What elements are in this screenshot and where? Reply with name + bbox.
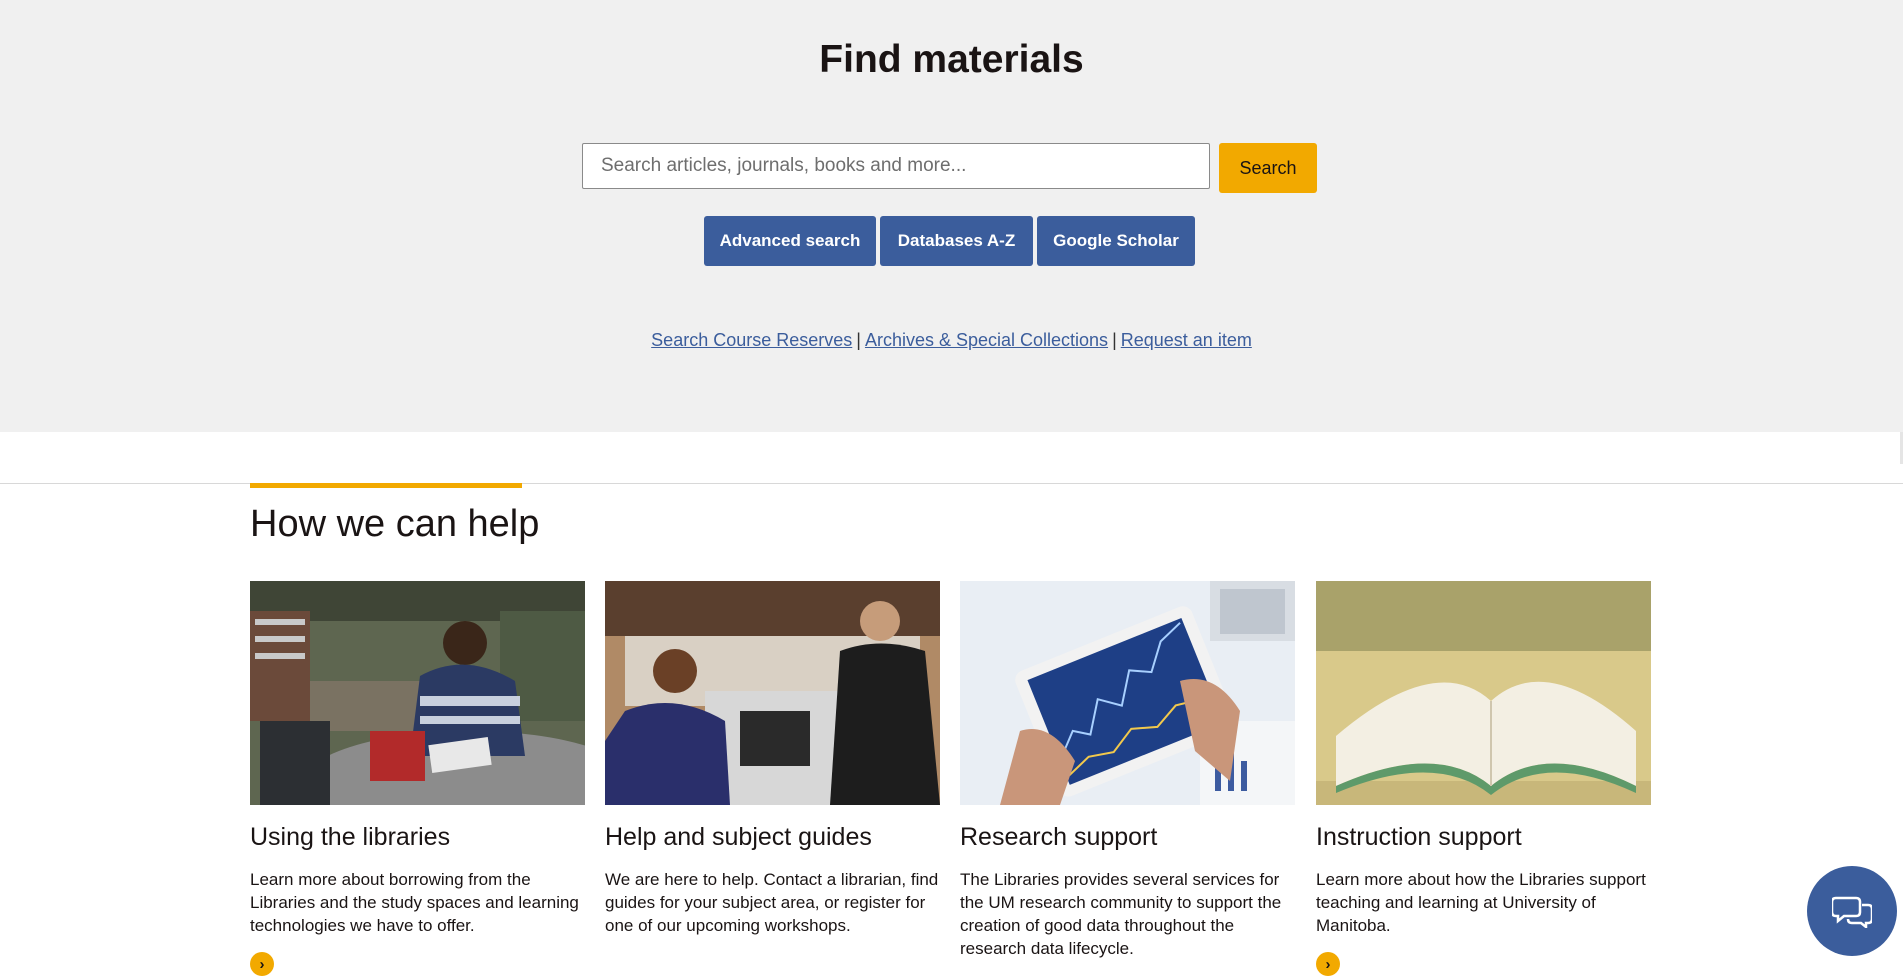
google-scholar-button[interactable]: Google Scholar	[1037, 216, 1195, 266]
chevron-right-icon: ›	[259, 955, 265, 973]
card-title[interactable]: Using the libraries	[250, 823, 585, 852]
databases-az-button[interactable]: Databases A-Z	[880, 216, 1033, 266]
card-title[interactable]: Research support	[960, 823, 1295, 852]
find-materials-title: Find materials	[819, 38, 1084, 81]
search-input[interactable]	[582, 143, 1210, 189]
card-arrow-button[interactable]: ›	[1316, 952, 1340, 976]
chat-bubbles-icon	[1832, 896, 1872, 928]
card-description: We are here to help. Contact a librarian…	[605, 870, 939, 935]
request-item-link[interactable]: Request an item	[1121, 330, 1252, 350]
card-description: Learn more about borrowing from the Libr…	[250, 870, 579, 935]
card-research-support: Research support The Libraries provides …	[960, 581, 1295, 960]
card-using-libraries: Using the libraries Learn more about bor…	[250, 581, 585, 976]
card-image-open-book[interactable]	[1316, 581, 1651, 805]
link-separator: |	[856, 330, 861, 350]
search-button[interactable]: Search	[1219, 143, 1317, 193]
card-instruction-support: Instruction support Learn more about how…	[1316, 581, 1651, 976]
archives-special-collections-link[interactable]: Archives & Special Collections	[865, 330, 1108, 350]
find-materials-section: Find materials Search Advanced search Da…	[0, 0, 1903, 432]
chevron-right-icon: ›	[1325, 955, 1331, 973]
card-image-student-studying[interactable]	[250, 581, 585, 805]
link-separator: |	[1112, 330, 1117, 350]
how-we-can-help-heading: How we can help	[250, 503, 540, 545]
course-reserves-link[interactable]: Search Course Reserves	[651, 330, 852, 350]
card-description: Learn more about how the Libraries suppo…	[1316, 870, 1646, 935]
chat-button[interactable]	[1807, 866, 1897, 956]
quick-links: Search Course Reserves | Archives & Specia…	[0, 330, 1903, 351]
card-arrow-button[interactable]: ›	[250, 952, 274, 976]
card-image-tablet-chart[interactable]	[960, 581, 1295, 805]
card-description: The Libraries provides several services …	[960, 870, 1282, 958]
advanced-search-button[interactable]: Advanced search	[704, 216, 876, 266]
card-image-librarian-desk[interactable]	[605, 581, 940, 805]
card-help-subject-guides: Help and subject guides We are here to h…	[605, 581, 940, 937]
heading-accent-bar	[250, 483, 522, 488]
card-title[interactable]: Instruction support	[1316, 823, 1651, 852]
card-title[interactable]: Help and subject guides	[605, 823, 940, 852]
